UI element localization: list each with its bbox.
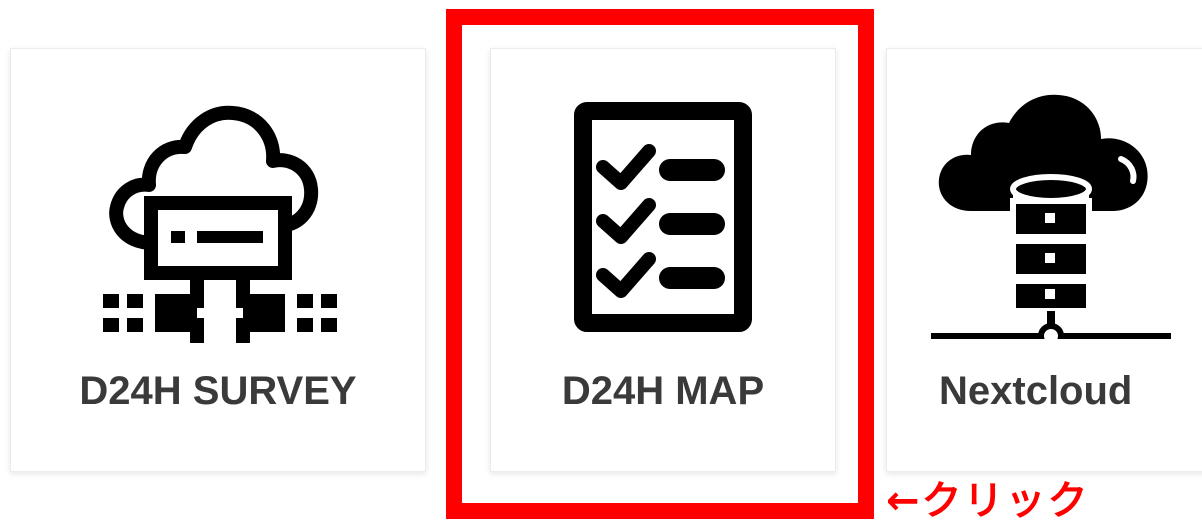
checklist-icon <box>574 102 752 332</box>
app-card-nextcloud[interactable]: Nextcloud <box>886 48 1202 472</box>
app-card-label: Nextcloud <box>939 369 1133 413</box>
click-annotation: ←クリック <box>886 478 1090 524</box>
cloud-server-icon <box>103 105 337 343</box>
app-card-d24h-survey[interactable]: D24H SURVEY <box>10 48 426 472</box>
app-card-d24h-map[interactable]: D24H MAP <box>490 48 836 472</box>
cloud-database-icon <box>931 94 1171 339</box>
app-card-label: D24H MAP <box>561 369 765 413</box>
app-card-label: D24H SURVEY <box>79 369 357 413</box>
